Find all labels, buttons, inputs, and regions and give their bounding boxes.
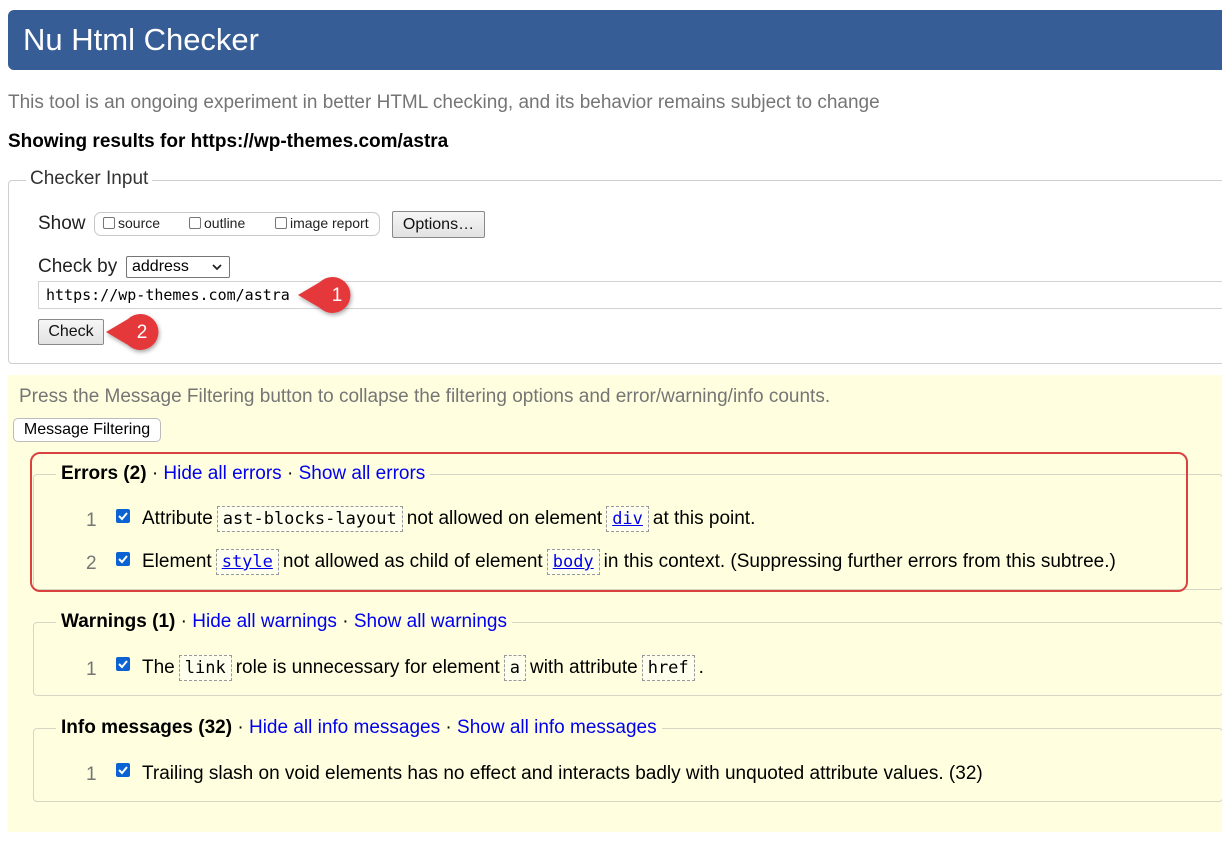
warning-text: role is unnecessary for element [235, 657, 500, 678]
show-all-info-link[interactable]: Show all info messages [457, 717, 657, 738]
warning-text: with attribute [529, 657, 638, 678]
url-input[interactable]: https://wp-themes.com/astra [38, 281, 1222, 309]
check-by-value: address [132, 258, 189, 275]
show-image-report-option[interactable]: image report [275, 215, 369, 231]
info-title: Info messages (32) [61, 717, 233, 738]
app-title: Nu Html Checker [23, 22, 259, 57]
info-text: Trailing slash on void elements has no e… [142, 763, 983, 784]
message-filtering-button[interactable]: Message Filtering [13, 418, 161, 442]
hide-all-warnings-link[interactable]: Hide all warnings [192, 611, 337, 632]
hide-all-info-link[interactable]: Hide all info messages [249, 717, 440, 738]
options-button[interactable]: Options… [392, 211, 485, 238]
show-all-warnings-link[interactable]: Show all warnings [354, 611, 507, 632]
errors-highlight-box [30, 452, 1188, 592]
separator: · [237, 717, 244, 738]
check-button[interactable]: Check [38, 319, 104, 345]
warning-1-message: The link role is unnecessary for element… [142, 655, 704, 681]
showing-results-text: Showing results for https://wp-themes.co… [8, 131, 449, 152]
check-by-label: Check by [38, 256, 118, 277]
warnings-title: Warnings (1) [61, 611, 176, 632]
warning-code: href [641, 655, 695, 681]
checker-input-legend: Checker Input [26, 168, 153, 190]
chevron-down-icon [211, 257, 223, 283]
warning-code: a [503, 655, 526, 681]
warning-1-checkbox[interactable] [116, 657, 130, 671]
warning-code: link [178, 655, 232, 681]
show-source-option[interactable]: source [103, 215, 160, 231]
info-1-checkbox[interactable] [116, 763, 130, 777]
show-options-group: source outline image report [94, 212, 380, 236]
app-header: Nu Html Checker [8, 10, 1222, 70]
info-legend: Info messages (32) · Hide all info messa… [56, 717, 662, 739]
callout-marker-1: 1 [296, 274, 364, 325]
separator: · [342, 611, 349, 632]
warning-number: 1 [86, 659, 97, 680]
warnings-legend: Warnings (1) · Hide all warnings · Show … [56, 611, 512, 633]
warning-text: The [142, 657, 175, 678]
info-number: 1 [86, 764, 97, 785]
source-label: source [118, 215, 161, 231]
info-1-message: Trailing slash on void elements has no e… [142, 763, 983, 785]
filtering-hint: Press the Message Filtering button to co… [19, 386, 831, 407]
separator: · [180, 611, 187, 632]
check-by-select[interactable]: address [126, 256, 230, 278]
image-report-checkbox[interactable] [275, 217, 287, 229]
show-outline-option[interactable]: outline [189, 215, 245, 231]
source-checkbox[interactable] [103, 217, 115, 229]
outline-checkbox[interactable] [189, 217, 201, 229]
image-report-label: image report [290, 215, 369, 231]
show-label: Show [38, 213, 86, 234]
separator: · [445, 717, 452, 738]
callout-number-2: 2 [136, 322, 148, 343]
outline-label: outline [204, 215, 246, 231]
intro-text: This tool is an ongoing experiment in be… [8, 92, 880, 113]
callout-number-1: 1 [331, 285, 343, 306]
callout-marker-2: 2 [104, 311, 172, 362]
warning-text: . [698, 657, 704, 678]
